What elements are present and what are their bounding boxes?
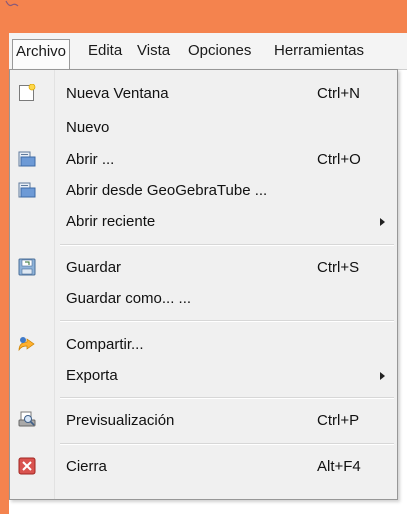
menu-item-guardar-como[interactable]: Guardar como... ... bbox=[11, 286, 396, 312]
close-icon bbox=[18, 457, 36, 475]
menu-item-abrir-reciente[interactable]: Abrir reciente bbox=[11, 209, 396, 235]
menu-separator bbox=[60, 443, 394, 445]
menu-item-guardar[interactable]: Guardar Ctrl+S bbox=[11, 255, 396, 281]
window-edge bbox=[0, 33, 9, 514]
new-window-icon bbox=[19, 84, 36, 101]
shortcut-label: Ctrl+S bbox=[317, 259, 360, 276]
shortcut-label: Ctrl+O bbox=[317, 151, 361, 168]
folder-icon bbox=[18, 151, 36, 167]
menu-item-label: Compartir... bbox=[66, 336, 144, 353]
menu-opciones[interactable]: Opciones bbox=[186, 40, 253, 62]
menu-item-label: Guardar bbox=[66, 259, 122, 276]
archivo-dropdown-menu: Nueva Ventana Ctrl+N Nuevo Abrir ... Ctr… bbox=[9, 69, 398, 500]
menu-item-label: Abrir desde GeoGebraTube ... bbox=[66, 182, 268, 199]
menu-separator bbox=[60, 320, 394, 322]
menu-item-abrir-geogebratube[interactable]: Abrir desde GeoGebraTube ... bbox=[11, 178, 396, 204]
menu-item-label: Abrir reciente bbox=[66, 213, 156, 230]
menu-edita[interactable]: Edita bbox=[86, 40, 124, 62]
menu-item-label: Abrir ... bbox=[66, 151, 115, 168]
shortcut-label: Alt+F4 bbox=[317, 458, 361, 475]
menu-item-exporta[interactable]: Exporta bbox=[11, 363, 396, 389]
menu-separator bbox=[60, 244, 394, 246]
menu-item-cierra[interactable]: Cierra Alt+F4 bbox=[11, 454, 396, 480]
menu-item-label: Nueva Ventana bbox=[66, 85, 169, 102]
shortcut-label: Ctrl+N bbox=[317, 85, 360, 102]
menu-vista[interactable]: Vista bbox=[135, 40, 172, 62]
app-icon bbox=[5, 0, 19, 7]
submenu-arrow-icon bbox=[380, 372, 385, 380]
menu-item-nuevo[interactable]: Nuevo bbox=[11, 115, 396, 141]
save-icon bbox=[18, 258, 36, 276]
menu-item-abrir[interactable]: Abrir ... Ctrl+O bbox=[11, 147, 396, 173]
title-bar bbox=[0, 0, 407, 33]
menu-separator bbox=[60, 397, 394, 399]
menu-item-label: Previsualización bbox=[66, 412, 175, 429]
menu-archivo[interactable]: Archivo bbox=[12, 39, 71, 70]
menu-item-nueva-ventana[interactable]: Nueva Ventana Ctrl+N bbox=[11, 81, 396, 107]
print-preview-icon bbox=[18, 411, 36, 427]
menu-item-label: Exporta bbox=[66, 367, 118, 384]
shortcut-label: Ctrl+P bbox=[317, 412, 360, 429]
menu-item-compartir[interactable]: Compartir... bbox=[11, 332, 396, 358]
submenu-arrow-icon bbox=[380, 218, 385, 226]
share-icon bbox=[18, 337, 35, 352]
folder-icon bbox=[18, 182, 36, 198]
menu-item-previsualizacion[interactable]: Previsualización Ctrl+P bbox=[11, 408, 396, 434]
menu-item-label: Guardar como... ... bbox=[66, 290, 192, 307]
menu-item-label: Nuevo bbox=[66, 119, 110, 136]
menu-item-label: Cierra bbox=[66, 458, 107, 475]
menu-bar: Archivo Edita Vista Opciones Herramienta… bbox=[9, 33, 407, 70]
menu-herramientas[interactable]: Herramientas bbox=[272, 40, 366, 62]
